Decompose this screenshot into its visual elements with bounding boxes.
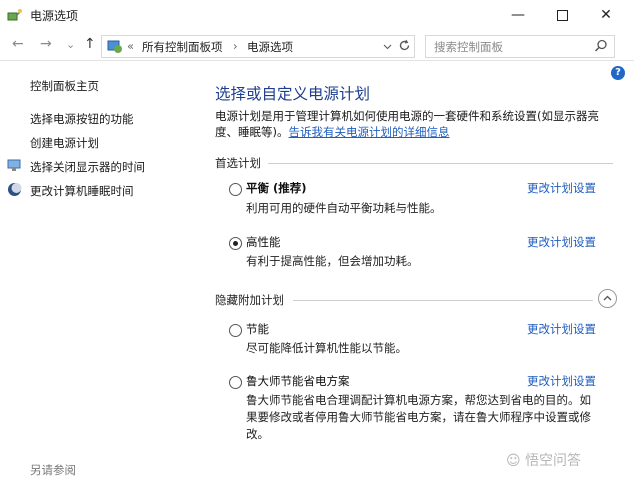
plan-desc-high-performance: 有利于提高性能，但会增加功耗。 bbox=[246, 254, 419, 268]
watermark-text: 悟空问答 bbox=[525, 453, 582, 469]
main-content: 选择或自定义电源计划 电源计划是用于管理计算机如何使用电源的一套硬件和系统设置(… bbox=[200, 60, 634, 477]
sidebar: 控制面板主页 选择电源按钮的功能 创建电源计划 选择关闭显示器的时间 更改计算机… bbox=[0, 60, 200, 477]
learn-more-link[interactable]: 告诉我有关电源计划的详细信息 bbox=[289, 125, 450, 139]
change-plan-settings-link[interactable]: 更改计划设置 bbox=[527, 321, 596, 337]
preferred-plans-heading: 首选计划 bbox=[215, 156, 261, 170]
search-input[interactable]: 搜索控制面板 bbox=[425, 35, 615, 58]
plan-name-high-performance[interactable]: 高性能 bbox=[246, 234, 281, 250]
sidebar-link-sleep-time[interactable]: 更改计算机睡眠时间 bbox=[30, 183, 134, 199]
change-plan-settings-link[interactable]: 更改计划设置 bbox=[527, 180, 596, 196]
search-placeholder: 搜索控制面板 bbox=[434, 40, 503, 54]
moon-icon bbox=[8, 183, 22, 196]
back-button[interactable]: ← bbox=[12, 36, 24, 52]
close-icon: ✕ bbox=[600, 7, 612, 23]
sidebar-link-home[interactable]: 控制面板主页 bbox=[30, 78, 99, 94]
collapse-button[interactable] bbox=[598, 289, 617, 308]
close-button[interactable]: ✕ bbox=[584, 0, 628, 30]
recent-locations-button[interactable]: ⌄ bbox=[66, 38, 75, 51]
section-divider bbox=[293, 300, 593, 301]
see-also-heading: 另请参阅 bbox=[30, 463, 76, 477]
chevron-down-icon[interactable] bbox=[383, 42, 392, 51]
plan-desc-ludashi: 鲁大师节能省电合理调配计算机电源方案，帮您达到省电的目的。如果要修改或者停用鲁大… bbox=[246, 393, 591, 441]
sidebar-link-power-button[interactable]: 选择电源按钮的功能 bbox=[30, 111, 134, 127]
breadcrumb-separator[interactable]: › bbox=[233, 39, 238, 53]
title-bar: 电源选项 — ✕ bbox=[0, 0, 634, 30]
breadcrumb-item[interactable]: 电源选项 bbox=[247, 39, 293, 55]
maximize-button[interactable] bbox=[540, 0, 584, 30]
sidebar-link-display-off[interactable]: 选择关闭显示器的时间 bbox=[30, 159, 145, 175]
monitor-icon bbox=[7, 159, 21, 171]
address-bar[interactable]: « 所有控制面板项 › 电源选项 bbox=[101, 35, 415, 58]
plan-radio-ludashi[interactable] bbox=[229, 376, 242, 389]
plan-name-balanced[interactable]: 平衡 (推荐) bbox=[246, 180, 307, 196]
watermark-icon: ☺ bbox=[506, 453, 521, 469]
maximize-icon bbox=[556, 9, 568, 21]
search-icon bbox=[594, 39, 607, 52]
minimize-button[interactable]: — bbox=[496, 0, 540, 30]
plan-radio-balanced[interactable] bbox=[229, 183, 242, 196]
hidden-plans-heading: 隐藏附加计划 bbox=[215, 293, 284, 307]
plan-name-power-saver[interactable]: 节能 bbox=[246, 321, 269, 337]
chevron-up-icon bbox=[603, 295, 612, 301]
up-button[interactable]: ↑ bbox=[84, 36, 96, 52]
page-title: 选择或自定义电源计划 bbox=[215, 85, 371, 103]
breadcrumb-overflow[interactable]: « bbox=[127, 39, 134, 53]
section-divider bbox=[268, 163, 613, 164]
refresh-icon[interactable] bbox=[398, 39, 411, 52]
power-options-icon bbox=[7, 9, 22, 21]
plan-desc-power-saver: 尽可能降低计算机性能以节能。 bbox=[246, 341, 407, 355]
plan-desc-balanced: 利用可用的硬件自动平衡功耗与性能。 bbox=[246, 201, 442, 215]
change-plan-settings-link[interactable]: 更改计划设置 bbox=[527, 373, 596, 389]
breadcrumb-item[interactable]: 所有控制面板项 bbox=[142, 39, 223, 55]
minimize-icon: — bbox=[511, 7, 525, 23]
page-description: 电源计划是用于管理计算机如何使用电源的一套硬件和系统设置(如显示器亮度、睡眠等)… bbox=[215, 108, 610, 140]
plan-name-ludashi[interactable]: 鲁大师节能省电方案 bbox=[246, 373, 350, 389]
control-panel-icon bbox=[107, 40, 122, 53]
window-title: 电源选项 bbox=[30, 9, 79, 23]
plan-radio-power-saver[interactable] bbox=[229, 324, 242, 337]
watermark-logo: ☺ 悟空问答 bbox=[506, 450, 581, 470]
sidebar-link-create-plan[interactable]: 创建电源计划 bbox=[30, 135, 99, 151]
forward-button[interactable]: → bbox=[40, 36, 52, 52]
change-plan-settings-link[interactable]: 更改计划设置 bbox=[527, 234, 596, 250]
plan-radio-high-performance[interactable] bbox=[229, 237, 242, 250]
